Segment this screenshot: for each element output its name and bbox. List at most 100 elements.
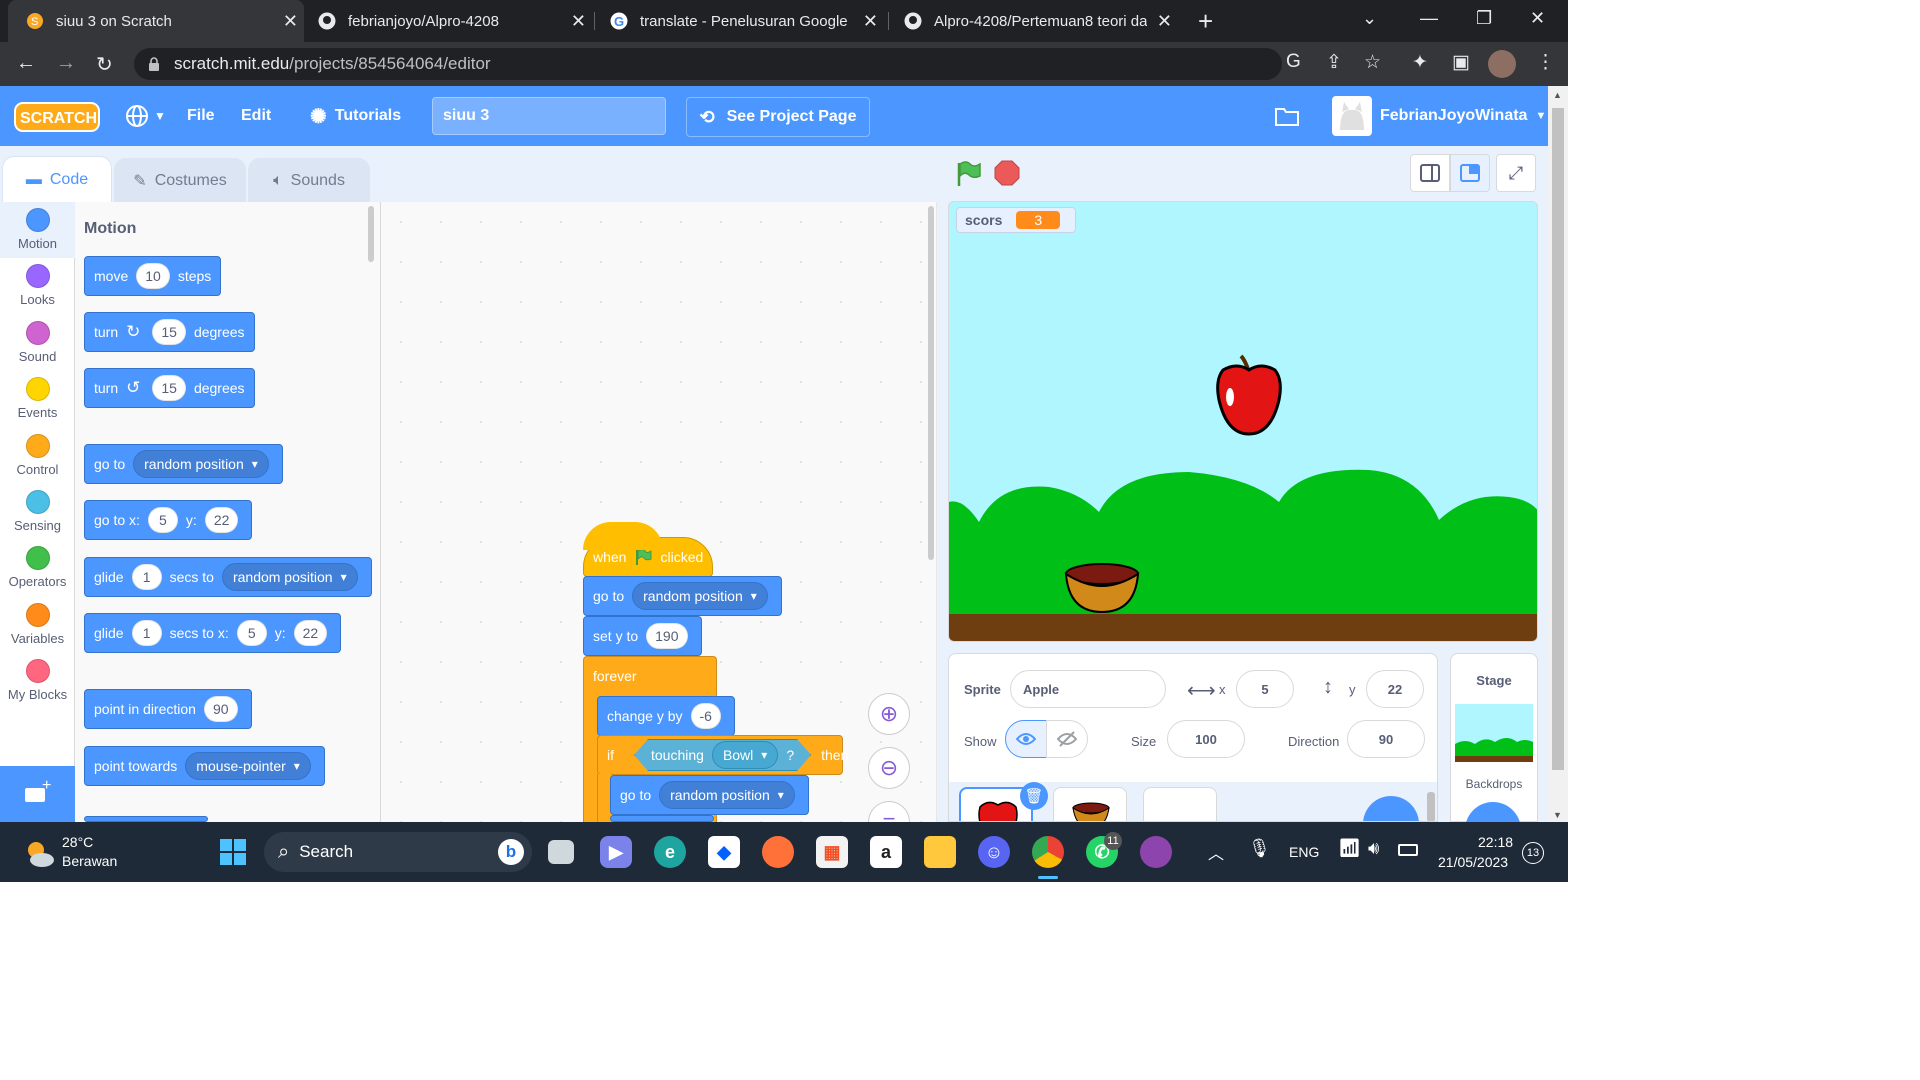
secs-input[interactable]: 1 (131, 564, 162, 590)
green-flag-button[interactable] (954, 160, 982, 188)
sprite-list-scrollbar[interactable] (1427, 792, 1435, 821)
target-dropdown[interactable]: random position (133, 450, 269, 478)
user-avatar[interactable] (1332, 96, 1372, 136)
close-tab-icon[interactable]: ✕ (863, 11, 878, 32)
reload-icon[interactable]: ↻ (96, 52, 113, 77)
category-control[interactable]: Control (0, 428, 75, 484)
task-view-icon[interactable] (548, 840, 574, 864)
number-input[interactable]: 10 (136, 263, 170, 289)
share-icon[interactable]: ⇪ (1326, 51, 1342, 74)
category-my-blocks[interactable]: My Blocks (0, 653, 75, 709)
turn-left-block[interactable]: turn ↺ 15 degrees (84, 368, 255, 408)
scratch-logo[interactable]: SCRATCH (14, 102, 100, 132)
direction-input[interactable]: 90 (203, 696, 238, 722)
account-menu[interactable]: FebrianJoyoWinata ▼ (1380, 86, 1546, 146)
category-events[interactable]: Events (0, 371, 75, 427)
dy-input[interactable]: -6 (690, 703, 721, 729)
tab-scratch[interactable]: S siuu 3 on Scratch ✕ (8, 0, 304, 42)
sprite-size-input[interactable]: 100 (1167, 720, 1245, 758)
microphone-icon[interactable]: 🎙︎ (1248, 838, 1271, 859)
stage-selector-panel[interactable]: Stage Backdrops (1450, 653, 1538, 842)
touching-target-dropdown[interactable]: Bowl (712, 741, 778, 769)
edge-icon[interactable]: e (654, 836, 686, 868)
maximize-icon[interactable]: ❐ (1476, 8, 1492, 29)
category-sound[interactable]: Sound (0, 315, 75, 371)
target-dropdown[interactable]: random position (659, 781, 795, 809)
side-panel-icon[interactable]: ▣ (1452, 51, 1470, 74)
tab-search-icon[interactable]: ⌄ (1362, 8, 1377, 29)
scrollbar-thumb[interactable] (1552, 108, 1564, 770)
scroll-up-icon[interactable]: ▲ (1553, 90, 1562, 100)
forward-icon[interactable]: → (56, 52, 76, 75)
url-field[interactable]: scratch.mit.edu/projects/854564064/edito… (134, 48, 1282, 80)
script-partial-block[interactable] (610, 815, 714, 822)
discord-icon[interactable]: ☺ (978, 836, 1010, 868)
target-dropdown[interactable]: random position (632, 582, 768, 610)
turn-right-block[interactable]: turn ↻ 15 degrees (84, 312, 255, 352)
profile-avatar[interactable] (1488, 50, 1516, 78)
minimize-icon[interactable]: — (1420, 8, 1438, 29)
firefox-icon[interactable] (762, 836, 794, 868)
tab-costumes[interactable]: ✎ Costumes (114, 158, 246, 202)
go-to-xy-block[interactable]: go to x: 5 y: 22 (84, 500, 253, 540)
back-icon[interactable]: ← (16, 52, 36, 75)
see-project-page-button[interactable]: ⟲ See Project Page (686, 97, 870, 137)
delete-sprite-button[interactable]: 🗑︎ (1020, 782, 1048, 810)
notification-badge[interactable]: 13 (1522, 842, 1544, 864)
category-variables[interactable]: Variables (0, 597, 75, 653)
number-input[interactable]: 15 (152, 319, 186, 345)
sprite-thumb-empty[interactable] (1143, 787, 1217, 821)
x-input[interactable]: 5 (236, 620, 267, 646)
add-extension-button[interactable]: + (0, 766, 75, 822)
script-go-to-block[interactable]: go to random position (583, 576, 782, 616)
secs-input[interactable]: 1 (131, 620, 162, 646)
point-towards-block[interactable]: point towards mouse-pointer (84, 746, 325, 786)
tab-github-1[interactable]: febrianjoyo/Alpro-4208 ✕ (306, 0, 592, 42)
close-window-icon[interactable]: ✕ (1530, 8, 1545, 29)
choose-sprite-button[interactable] (1363, 796, 1419, 821)
number-input[interactable]: 15 (152, 375, 186, 401)
category-motion[interactable]: Motion (0, 202, 75, 258)
glide-to-block[interactable]: glide 1 secs to random position (84, 557, 372, 597)
show-visible-button[interactable] (1005, 720, 1047, 758)
glide-to-xy-block[interactable]: glide 1 secs to x: 5 y: 22 (84, 613, 342, 653)
sprite-x-input[interactable]: 5 (1236, 670, 1294, 708)
target-dropdown[interactable]: mouse-pointer (185, 752, 311, 780)
project-title-input[interactable]: siuu 3 (432, 97, 666, 135)
teams-chat-icon[interactable]: ▶ (600, 836, 632, 868)
chrome-menu-icon[interactable]: ⋮ (1536, 51, 1555, 74)
show-hidden-icons[interactable]: ︿ (1208, 840, 1224, 864)
tab-code[interactable]: ▬ Code (2, 156, 112, 202)
if-then-block[interactable]: if touching Bowl ? then (597, 735, 848, 775)
bookmark-star-icon[interactable]: ☆ (1364, 51, 1381, 74)
show-hidden-button[interactable] (1046, 720, 1088, 758)
variable-monitor-scors[interactable]: scors 3 (956, 207, 1076, 233)
category-sensing[interactable]: Sensing (0, 484, 75, 540)
close-tab-icon[interactable]: ✕ (1157, 11, 1172, 32)
close-tab-icon[interactable]: ✕ (283, 11, 298, 32)
tutorials-button[interactable]: ✺ Tutorials (310, 86, 401, 146)
tab-github-2[interactable]: Alpro-4208/Pertemuan8 teori da ✕ (892, 0, 1178, 42)
extensions-icon[interactable]: ✦ (1412, 51, 1428, 74)
github-desktop-icon[interactable] (1140, 836, 1172, 868)
google-lens-icon[interactable]: G (1286, 51, 1301, 73)
script-set-y-block[interactable]: set y to 190 (583, 616, 702, 656)
clock-time[interactable]: 22:18 (1478, 834, 1513, 850)
amazon-icon[interactable]: a (870, 836, 902, 868)
sprite-y-input[interactable]: 22 (1366, 670, 1424, 708)
script-inner-go-to-block[interactable]: go to random position (610, 775, 809, 815)
small-stage-button[interactable] (1410, 154, 1450, 192)
language-menu[interactable]: ▼ (124, 86, 166, 146)
fullscreen-button[interactable]: ⤢ (1496, 154, 1536, 192)
wifi-icon[interactable]: 📶︎ (1338, 838, 1361, 859)
workspace-scrollbar[interactable] (928, 206, 934, 560)
my-stuff-folder-icon[interactable] (1274, 86, 1300, 146)
script-change-y-block[interactable]: change y by -6 (597, 696, 735, 736)
sprite-thumb-bowl[interactable] (1053, 787, 1127, 821)
category-operators[interactable]: Operators (0, 540, 75, 596)
touching-block[interactable]: touching Bowl ? (634, 739, 811, 771)
start-windows-icon[interactable] (217, 836, 249, 868)
sprite-direction-input[interactable]: 90 (1347, 720, 1425, 758)
dropbox-icon[interactable]: ◆ (708, 836, 740, 868)
y-input[interactable]: 22 (293, 620, 328, 646)
